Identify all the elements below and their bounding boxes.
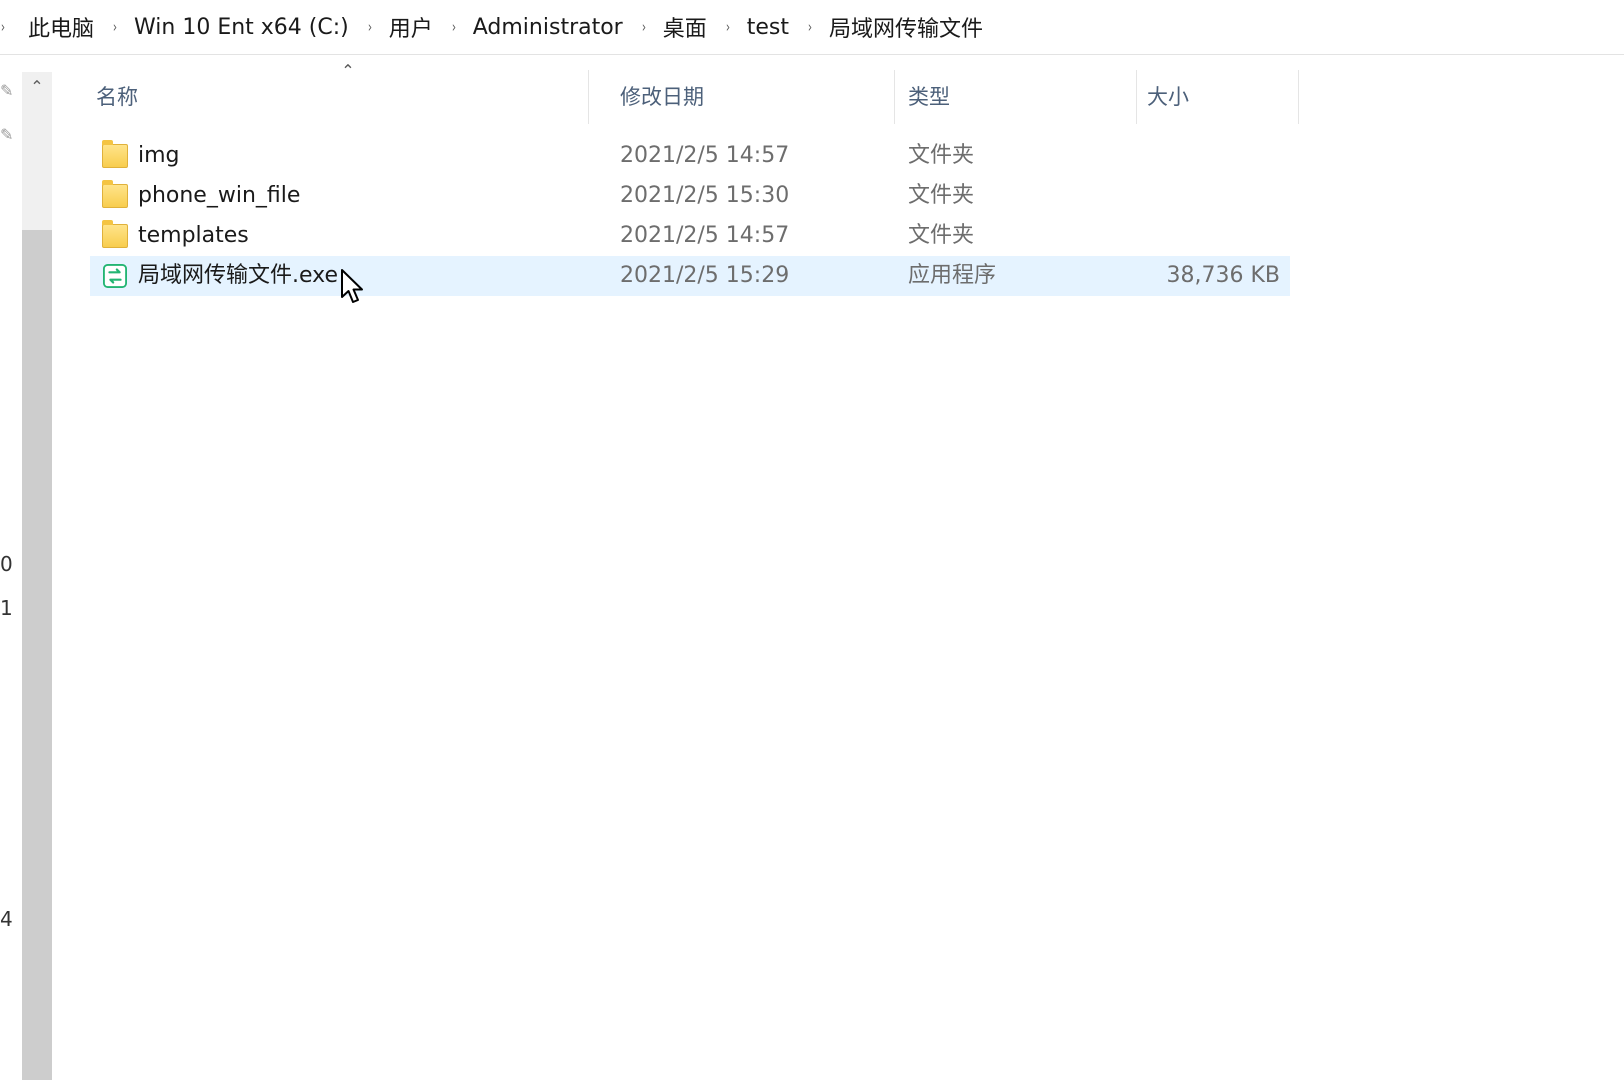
column-divider[interactable] [894, 70, 895, 124]
column-divider[interactable] [1136, 70, 1137, 124]
chevron-right-icon[interactable]: › [113, 18, 117, 36]
pin-icon[interactable]: ✎ [0, 125, 13, 144]
breadcrumb: › 此电脑 › Win 10 Ent x64 (C:) › 用户 › Admin… [0, 10, 983, 44]
sort-ascending-icon: ⌃ [341, 61, 355, 80]
address-bar[interactable]: › 此电脑 › Win 10 Ent x64 (C:) › 用户 › Admin… [0, 0, 1624, 55]
file-type: 文件夹 [908, 183, 975, 208]
scroll-up-arrow-icon[interactable]: ⌃ [22, 72, 52, 102]
file-name[interactable]: img [138, 136, 180, 176]
chevron-right-icon[interactable]: › [368, 18, 372, 36]
navigation-pane-scrollbar[interactable]: ⌃ [22, 72, 52, 1080]
file-date-modified: 2021/2/5 15:30 [620, 183, 790, 208]
file-name[interactable]: 局域网传输文件.exe [138, 256, 338, 296]
pin-icon[interactable]: ✎ [0, 81, 13, 100]
folder-icon [102, 220, 128, 248]
column-divider[interactable] [1298, 70, 1299, 124]
nav-item-fragment[interactable]: 4 [0, 907, 13, 931]
file-row-templates[interactable]: templates 2021/2/5 14:57 文件夹 [90, 216, 1290, 256]
column-header-name[interactable]: 名称 [96, 80, 138, 114]
nav-item-fragment[interactable]: 1 [0, 596, 13, 620]
mouse-cursor-icon [341, 269, 363, 303]
chevron-right-icon[interactable]: › [452, 18, 456, 36]
breadcrumb-item-this-pc[interactable]: 此电脑 [28, 11, 94, 43]
breadcrumb-item-users[interactable]: 用户 [389, 11, 433, 43]
file-type: 应用程序 [908, 263, 997, 288]
column-header-date-modified[interactable]: 修改日期 [620, 80, 704, 114]
column-header-row: ⌃ 名称 修改日期 类型 大小 [52, 62, 1302, 132]
folder-icon [102, 180, 128, 208]
breadcrumb-item-test[interactable]: test [747, 15, 789, 40]
breadcrumb-item-desktop[interactable]: 桌面 [663, 11, 707, 43]
chevron-right-icon[interactable]: › [1, 18, 5, 36]
column-header-size[interactable]: 大小 [1147, 80, 1189, 114]
breadcrumb-item-current-folder[interactable]: 局域网传输文件 [829, 11, 983, 43]
chevron-right-icon[interactable]: › [726, 18, 730, 36]
app-exe-icon [103, 264, 127, 288]
file-row-exe[interactable]: 局域网传输文件.exe 2021/2/5 15:29 应用程序 38,736 K… [90, 256, 1290, 296]
column-header-type[interactable]: 类型 [908, 80, 950, 114]
file-date-modified: 2021/2/5 14:57 [620, 223, 790, 248]
scrollbar-thumb[interactable] [22, 230, 52, 1080]
file-list: img 2021/2/5 14:57 文件夹 phone_win_file 20… [90, 136, 1290, 296]
file-type: 文件夹 [908, 223, 975, 248]
file-date-modified: 2021/2/5 14:57 [620, 143, 790, 168]
file-date-modified: 2021/2/5 15:29 [620, 263, 790, 288]
file-name[interactable]: templates [138, 216, 249, 256]
folder-icon [102, 140, 128, 168]
chevron-right-icon[interactable]: › [808, 18, 812, 36]
breadcrumb-item-drive-c[interactable]: Win 10 Ent x64 (C:) [134, 15, 349, 40]
file-name[interactable]: phone_win_file [138, 176, 300, 216]
navigation-pane[interactable]: ✎ ✎ 0 1 4 [0, 55, 22, 1080]
file-type: 文件夹 [908, 143, 975, 168]
file-row-img[interactable]: img 2021/2/5 14:57 文件夹 [90, 136, 1290, 176]
file-size [1090, 216, 1280, 256]
file-row-phone-win-file[interactable]: phone_win_file 2021/2/5 15:30 文件夹 [90, 176, 1290, 216]
nav-item-fragment[interactable]: 0 [0, 552, 13, 576]
file-size [1090, 176, 1280, 216]
file-size [1090, 136, 1280, 176]
chevron-right-icon[interactable]: › [642, 18, 646, 36]
file-size: 38,736 KB [1166, 263, 1281, 288]
breadcrumb-item-administrator[interactable]: Administrator [473, 15, 623, 40]
column-divider[interactable] [588, 70, 589, 124]
